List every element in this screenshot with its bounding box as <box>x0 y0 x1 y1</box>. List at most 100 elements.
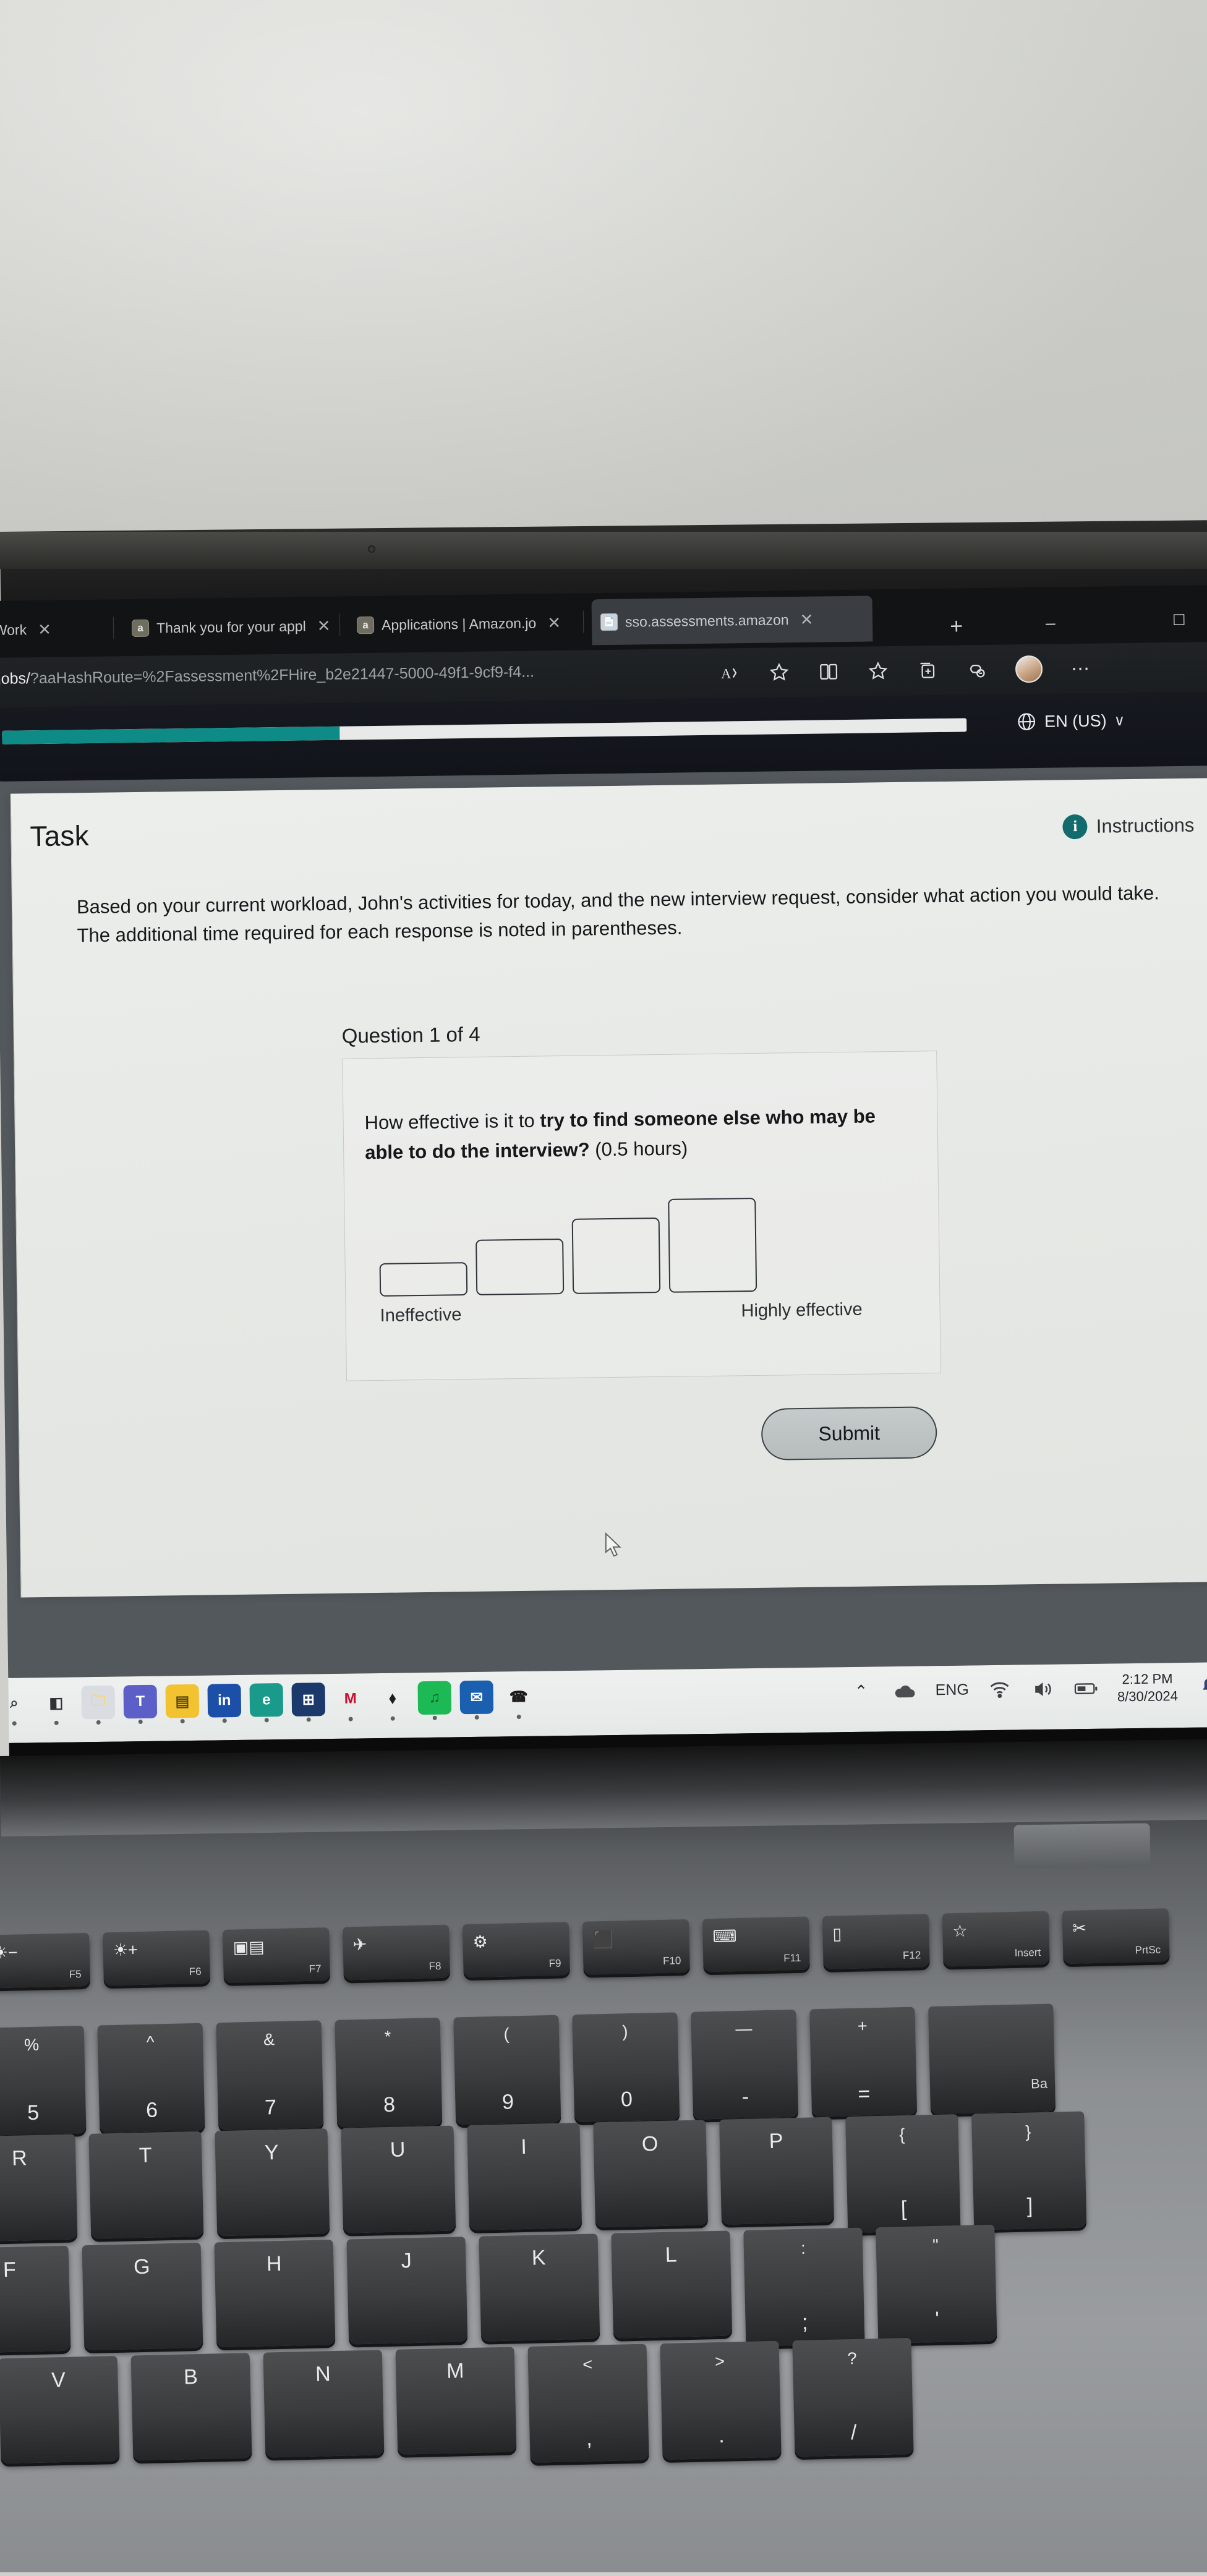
notepad-icon[interactable]: ▤ <box>165 1684 200 1724</box>
key-H[interactable]: H <box>214 2240 336 2348</box>
key-/[interactable]: ? / <box>792 2337 914 2457</box>
outlook-icon[interactable]: ✉ <box>459 1680 494 1720</box>
key-,[interactable]: <, <box>527 2344 649 2463</box>
key-'[interactable]: " ' <box>876 2224 997 2344</box>
taskbar-clock[interactable]: 2:12 PM 8/30/2024 <box>1117 1670 1178 1705</box>
key-0[interactable]: ) 0 <box>572 2012 680 2123</box>
key-label: 8 <box>383 2092 396 2117</box>
key-PrtSc[interactable]: ✂ PrtSc <box>1062 1908 1170 1964</box>
key--[interactable]: — - <box>691 2009 799 2120</box>
key-O[interactable]: O <box>593 2120 709 2228</box>
search-icon[interactable]: ⌕ <box>0 1686 31 1726</box>
battery-icon[interactable] <box>1074 1676 1099 1701</box>
onedrive-icon[interactable] <box>892 1678 917 1704</box>
bell-icon[interactable] <box>1196 1674 1207 1700</box>
browser-essentials-icon[interactable] <box>966 659 988 681</box>
key-G[interactable]: G <box>82 2242 203 2351</box>
key-I[interactable]: I <box>467 2122 582 2231</box>
window-minimize-button[interactable]: – <box>1046 613 1074 633</box>
key-F9[interactable]: ⚙ F9 <box>462 1922 570 1978</box>
key-;[interactable]: :; <box>743 2227 865 2347</box>
key-7[interactable]: & 7 <box>216 2020 324 2131</box>
key-F6[interactable]: ☀+ F6 <box>103 1930 211 1986</box>
submit-button[interactable]: Submit <box>761 1406 937 1461</box>
browser-tab[interactable]: a Thank you for your appl ✕ <box>123 603 349 652</box>
read-aloud-icon[interactable]: A <box>719 662 741 684</box>
profile-avatar[interactable] <box>1015 655 1043 683</box>
tab-close-icon[interactable]: ✕ <box>38 620 51 639</box>
window-maximize-button[interactable]: ☐ <box>1172 612 1186 629</box>
key-5[interactable]: % 5 <box>0 2026 87 2136</box>
rating-option-3[interactable] <box>571 1217 661 1294</box>
address-bar-url[interactable]: jobs/?aaHashRoute=%2Fassessment%2FHire_b… <box>0 663 534 688</box>
key-F7[interactable]: ▣▤ F7 <box>223 1927 330 1983</box>
key-L[interactable]: L <box>611 2230 733 2339</box>
linkedin-icon[interactable]: in <box>207 1683 242 1723</box>
key-=[interactable]: + = <box>809 2007 918 2117</box>
key-Insert[interactable]: ☆ Insert <box>942 1911 1050 1967</box>
key-F11[interactable]: ⌨ F11 <box>702 1916 810 1973</box>
key-6[interactable]: ^ 6 <box>97 2023 205 2133</box>
favorite-star-icon[interactable] <box>768 661 790 683</box>
key-V[interactable]: V <box>0 2355 120 2464</box>
task-view-icon[interactable]: ◧ <box>39 1686 73 1725</box>
browser-tab-active[interactable]: 📄 sso.assessments.amazon ✕ <box>591 595 873 646</box>
key-.[interactable]: >. <box>660 2340 782 2460</box>
key-P[interactable]: P <box>719 2117 835 2225</box>
rating-option-2[interactable] <box>476 1239 565 1295</box>
key-J[interactable]: J <box>346 2237 468 2345</box>
edge-icon[interactable]: e <box>249 1683 284 1723</box>
tab-close-icon[interactable]: ✕ <box>800 610 813 629</box>
teams-icon[interactable]: T <box>123 1684 158 1725</box>
more-options-icon[interactable]: ⋯ <box>1070 657 1092 680</box>
key-8[interactable]: * 8 <box>335 2018 443 2128</box>
key-][interactable]: }] <box>971 2111 1087 2230</box>
microsoft-store-icon[interactable]: ⊞ <box>291 1683 326 1722</box>
instructions-link[interactable]: i Instructions <box>1062 813 1195 840</box>
tray-overflow-icon[interactable]: ⌃ <box>848 1679 874 1704</box>
key-T[interactable]: T <box>88 2131 204 2239</box>
tab-close-icon[interactable]: ✕ <box>317 616 331 635</box>
key-U[interactable]: U <box>341 2125 456 2233</box>
rating-option-1[interactable] <box>379 1262 468 1297</box>
collections-icon[interactable] <box>916 659 939 681</box>
browser-tab[interactable]: a Applications | Amazon.jo ✕ <box>348 599 599 648</box>
volume-icon[interactable] <box>1031 1676 1056 1702</box>
split-screen-icon[interactable] <box>817 660 840 683</box>
key-F[interactable]: F <box>0 2245 71 2354</box>
key-M[interactable]: M <box>395 2347 517 2455</box>
key-N[interactable]: N <box>263 2350 385 2458</box>
new-tab-button[interactable]: + <box>950 613 963 639</box>
language-selector[interactable]: EN (US) ∨ <box>1016 710 1125 732</box>
file-explorer-icon[interactable]: 🗀 <box>81 1685 116 1725</box>
tab-close-icon[interactable]: ✕ <box>547 613 561 633</box>
wifi-icon[interactable] <box>987 1677 1013 1702</box>
key-F8[interactable]: ✈ F8 <box>343 1924 450 1981</box>
key-fn-label: F7 <box>309 1963 322 1975</box>
browser-tab[interactable]: ring Work ✕ <box>0 605 121 653</box>
rating-option-4[interactable] <box>668 1197 757 1293</box>
key-B[interactable]: B <box>130 2353 252 2461</box>
key-F5[interactable]: ☀− F5 <box>0 1932 91 1989</box>
key-F10[interactable]: ⬛ F10 <box>582 1919 690 1975</box>
key-label: , <box>586 2426 593 2450</box>
running-indicator <box>12 1721 17 1726</box>
keyboard-bottom-row: V B N M <, >.? / <box>0 2337 914 2475</box>
key-R[interactable]: R <box>0 2134 78 2242</box>
whatsapp-icon[interactable]: ☎ <box>501 1680 535 1720</box>
spotify-icon[interactable]: ♫ <box>417 1681 452 1720</box>
mcafee-icon[interactable]: M <box>333 1682 367 1721</box>
tray-language[interactable]: ENG <box>935 1681 969 1700</box>
key-label: N <box>315 2362 331 2386</box>
key-Y[interactable]: Y <box>215 2128 330 2237</box>
key-[[interactable]: {[ <box>845 2114 961 2233</box>
key-fn-label: F6 <box>189 1965 202 1978</box>
key-K[interactable]: K <box>479 2233 600 2342</box>
dropbox-icon[interactable]: ⬧ <box>375 1681 409 1721</box>
key-F12[interactable]: ▯ F12 <box>822 1914 930 1969</box>
add-favorite-icon[interactable] <box>867 660 889 682</box>
key-9[interactable]: (9 <box>453 2015 561 2125</box>
rating-scale[interactable] <box>378 1197 899 1297</box>
key-Ba[interactable]: Ba <box>928 2003 1056 2115</box>
key-shift-label: : <box>800 2238 806 2258</box>
